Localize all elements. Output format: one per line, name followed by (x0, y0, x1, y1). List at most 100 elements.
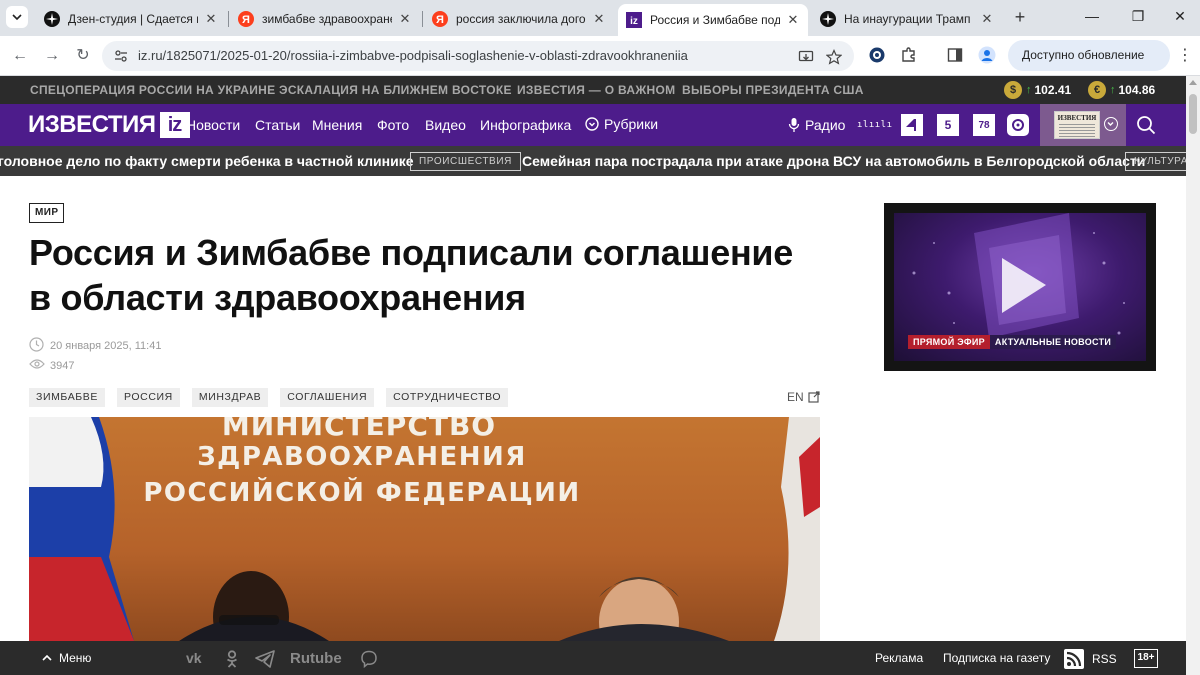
menu-label: Меню (59, 651, 92, 665)
ticker-tag[interactable]: ПРОИСШЕСТВИЯ (410, 152, 521, 171)
ticker-item[interactable]: головное дело по факту смерти ребенка в … (0, 153, 414, 169)
topbar-link-middle-east[interactable]: ЭСКАЛАЦИЯ НА БЛИЖНЕМ ВОСТОКЕ (279, 83, 512, 97)
install-app-icon[interactable] (798, 49, 814, 70)
menu-button[interactable]: Меню (42, 651, 91, 665)
tab-title: Россия и Зимбабве подписа (650, 13, 780, 27)
new-tab-button[interactable]: + (1010, 7, 1030, 28)
newspaper-edition-button[interactable]: ИЗВЕСТИЯ (1040, 104, 1126, 146)
forward-button[interactable]: → (42, 46, 62, 66)
close-icon[interactable]: ✕ (980, 11, 994, 27)
newspaper-subscription-link[interactable]: Подписка на газету (943, 651, 1050, 665)
article-views: 3947 (29, 358, 74, 373)
chevron-down-icon (12, 14, 22, 21)
browser-tab-5[interactable]: На инаугурации Трамп пре ✕ (812, 5, 1002, 32)
tab-divider (422, 11, 423, 27)
url-text: iz.ru/1825071/2025-01-20/rossiia-i-zimba… (138, 48, 688, 63)
site-logo[interactable]: ИЗВЕСТИЯ iz (28, 112, 190, 138)
vk-icon[interactable]: vk (186, 650, 202, 666)
tab-search-button[interactable] (6, 6, 28, 28)
ads-link[interactable]: Реклама (875, 651, 923, 665)
nav-rubrics[interactable]: Рубрики (585, 116, 658, 132)
nav-articles[interactable]: Статьи (255, 117, 300, 133)
browser-toolbar: ← → ↻ iz.ru/1825071/2025-01-20/rossiia-i… (0, 36, 1200, 93)
channel-78-icon[interactable]: 78 (973, 114, 995, 136)
side-panel-icon[interactable] (946, 46, 966, 66)
currency-eur: € ↑ 104.86 (1088, 80, 1155, 100)
dollar-icon: $ (1004, 81, 1022, 99)
address-bar[interactable]: iz.ru/1825071/2025-01-20/rossiia-i-zimba… (102, 41, 854, 71)
profile-avatar-icon[interactable] (978, 46, 998, 66)
rutube-link[interactable]: Rutube (290, 650, 342, 667)
browser-tab-1[interactable]: Дзен-студия | Сдается мне... ✕ (36, 5, 226, 32)
page-scrollbar[interactable] (1186, 76, 1200, 675)
microphone-icon (788, 118, 800, 132)
extension-icon[interactable] (868, 46, 888, 66)
tag-cooperation[interactable]: СОТРУДНИЧЕСТВО (386, 388, 509, 407)
live-label-group: ПРЯМОЙ ЭФИР АКТУАЛЬНЫЕ НОВОСТИ (908, 335, 1117, 349)
back-button[interactable]: ← (10, 46, 30, 66)
english-version-link[interactable]: EN (787, 390, 820, 404)
close-window-icon[interactable]: ✕ (1170, 8, 1190, 25)
topbar-link-us-elections[interactable]: ВЫБОРЫ ПРЕЗИДЕНТА США (682, 83, 864, 97)
nav-infographics[interactable]: Инфографика (480, 117, 571, 133)
logo-wordmark: ИЗВЕСТИЯ (28, 111, 156, 138)
site-topbar: СПЕЦОПЕРАЦИЯ РОССИИ НА УКРАИНЕ ЭСКАЛАЦИЯ… (0, 76, 1186, 104)
nav-opinions[interactable]: Мнения (312, 117, 362, 133)
nav-video[interactable]: Видео (425, 117, 466, 133)
equalizer-icon[interactable]: ılıılı (857, 120, 893, 130)
live-video-player[interactable]: ПРЯМОЙ ЭФИР АКТУАЛЬНЫЕ НОВОСТИ (884, 203, 1156, 371)
close-icon[interactable]: ✕ (204, 11, 218, 27)
close-icon[interactable]: ✕ (398, 11, 412, 27)
viber-icon[interactable] (360, 650, 378, 671)
reload-button[interactable]: ↻ (73, 46, 93, 66)
close-icon[interactable]: ✕ (786, 12, 800, 28)
svg-text:Я: Я (242, 14, 250, 26)
news-ticker: головное дело по факту смерти ребенка в … (0, 146, 1186, 176)
nav-photo[interactable]: Фото (377, 117, 409, 133)
ticker-item[interactable]: Семейная пара пострадала при атаке дрона… (522, 153, 1145, 169)
tag-agreements[interactable]: СОГЛАШЕНИЯ (280, 388, 375, 407)
chrome-update-button[interactable]: Доступно обновление Chrome (1008, 40, 1170, 93)
radio-link[interactable]: Радио (788, 117, 845, 133)
channel-tv-icon[interactable] (1007, 114, 1029, 136)
browser-tab-strip: Дзен-студия | Сдается мне... ✕ Я зимбабв… (0, 0, 1200, 36)
tag-minzdrav[interactable]: МИНЗДРАВ (191, 388, 269, 407)
channel-4-icon[interactable] (901, 114, 923, 136)
browser-tab-4-active[interactable]: iz Россия и Зимбабве подписа ✕ (618, 4, 808, 36)
scrollbar-thumb[interactable] (1189, 94, 1197, 134)
more-menu-icon[interactable]: ⋮ (1176, 47, 1194, 65)
clock-icon (29, 337, 45, 355)
wall-text-3: РОССИЙСКОЙ ФЕДЕРАЦИИ (143, 476, 580, 508)
scroll-up-arrow-icon[interactable] (1189, 80, 1197, 85)
usd-rate: 102.41 (1034, 83, 1072, 97)
ticker-tag[interactable]: КУЛЬТУРА (1125, 152, 1186, 171)
restore-icon[interactable]: ❐ (1128, 8, 1148, 25)
yandex-icon: Я (238, 10, 254, 27)
minimize-icon[interactable]: — (1082, 8, 1102, 24)
odnoklassniki-icon[interactable] (226, 650, 238, 671)
browser-tab-3[interactable]: Я россия заключила договор ✕ (424, 5, 614, 32)
telegram-icon[interactable] (255, 650, 275, 671)
chevron-down-icon (1104, 117, 1118, 131)
topbar-link-important[interactable]: ИЗВЕСТИЯ — О ВАЖНОМ (517, 83, 675, 97)
search-icon[interactable] (1136, 115, 1156, 140)
tag-russia[interactable]: РОССИЯ (117, 388, 180, 407)
radio-label: Радио (805, 117, 846, 133)
tag-zimbabwe[interactable]: ЗИМБАБВЕ (29, 388, 105, 407)
rss-icon (1064, 649, 1084, 669)
bookmark-star-icon[interactable] (825, 49, 843, 70)
extensions-puzzle-icon[interactable] (900, 46, 920, 66)
close-icon[interactable]: ✕ (592, 11, 606, 27)
rss-link[interactable]: RSS (1064, 649, 1117, 669)
browser-tab-2[interactable]: Я зимбабве здравоохранение ✕ (230, 5, 420, 32)
chevron-circle-icon (585, 117, 599, 131)
tab-title: Дзен-студия | Сдается мне... (68, 11, 198, 26)
site-info-icon[interactable] (114, 49, 128, 68)
article-rubric[interactable]: МИР (29, 203, 65, 223)
channel-5-icon[interactable]: 5 (937, 114, 959, 136)
nav-news[interactable]: Новости (186, 117, 240, 133)
yandex-icon: Я (432, 10, 448, 27)
topbar-link-ukraine[interactable]: СПЕЦОПЕРАЦИЯ РОССИИ НА УКРАИНЕ (30, 83, 275, 97)
svg-text:iz: iz (630, 16, 638, 27)
site-bottom-bar: Меню vk Rutube Реклама Подписка на газет… (0, 641, 1186, 675)
